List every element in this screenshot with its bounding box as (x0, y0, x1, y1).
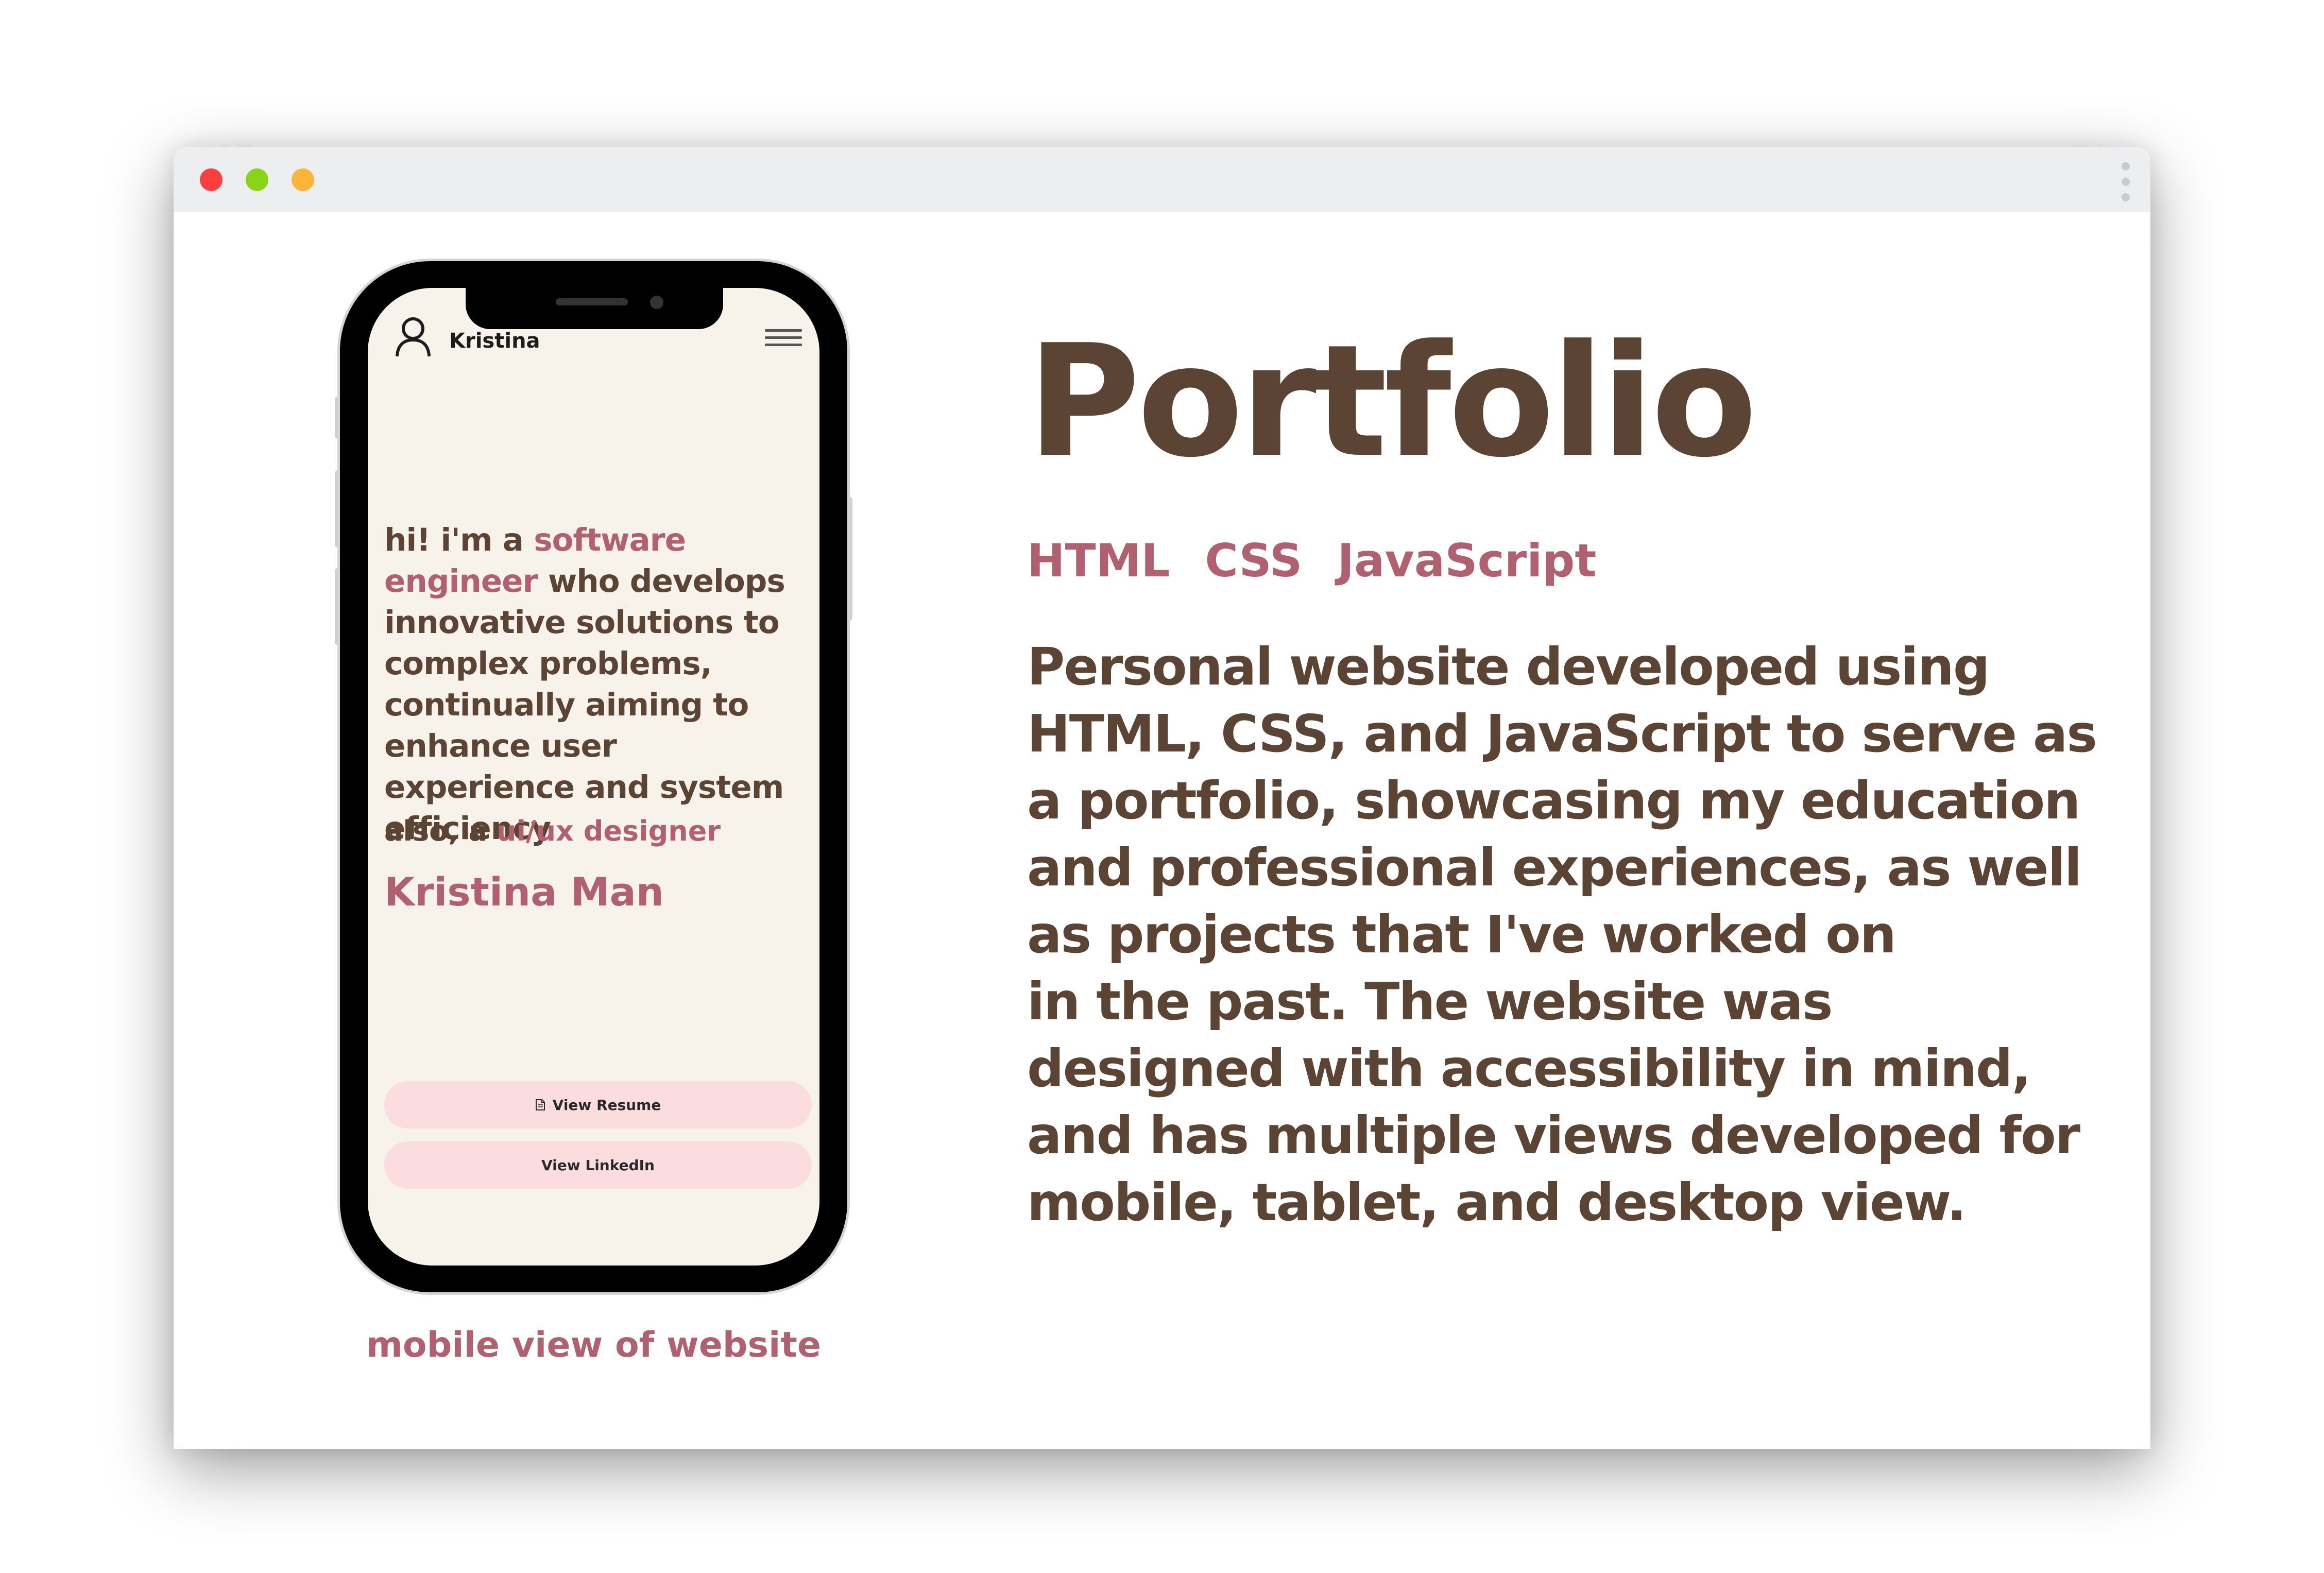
view-linkedin-button[interactable]: View LinkedIn (384, 1141, 812, 1189)
close-window-button[interactable] (200, 168, 223, 191)
tag-html: HTML (1027, 534, 1170, 587)
also-role: ui/ux designer (496, 815, 721, 847)
view-resume-button[interactable]: View Resume (384, 1081, 812, 1129)
person-name: Kristina Man (384, 869, 664, 915)
phone-mockup: Kristina hi! i'm a software engineer who… (340, 261, 847, 1292)
tag-javascript: JavaScript (1337, 534, 1597, 587)
maximize-window-button[interactable] (246, 168, 268, 191)
minimize-window-button[interactable] (292, 168, 314, 191)
view-resume-label: View Resume (552, 1096, 661, 1114)
camera-icon (650, 296, 663, 309)
intro-text: hi! i'm a software engineer who develops… (384, 520, 812, 849)
phone-notch (466, 288, 723, 329)
tech-tags: HTML CSS JavaScript (1027, 534, 1596, 587)
also-label: also, a (384, 815, 487, 847)
project-title: Portfolio (1027, 312, 1757, 491)
project-description: Personal website developed using HTML, C… (1027, 637, 2097, 1233)
more-options-icon[interactable] (2122, 162, 2130, 201)
speaker-icon (556, 298, 628, 305)
document-icon (535, 1099, 545, 1110)
also-line: also, a ui/ux designer (384, 815, 721, 847)
view-linkedin-label: View LinkedIn (541, 1156, 655, 1174)
window-titlebar (174, 147, 2150, 212)
phone-screen: Kristina hi! i'm a software engineer who… (368, 288, 819, 1266)
intro-rest: who develops innovative solutions to com… (384, 563, 785, 847)
tag-css: CSS (1205, 534, 1303, 587)
browser-window: Kristina hi! i'm a software engineer who… (174, 147, 2150, 1449)
hamburger-menu-icon[interactable] (765, 329, 802, 350)
site-brand[interactable]: Kristina (449, 329, 540, 353)
user-icon[interactable] (395, 316, 432, 356)
intro-prefix: hi! i'm a (384, 522, 534, 558)
mobile-view-caption: mobile view of website (366, 1325, 821, 1365)
